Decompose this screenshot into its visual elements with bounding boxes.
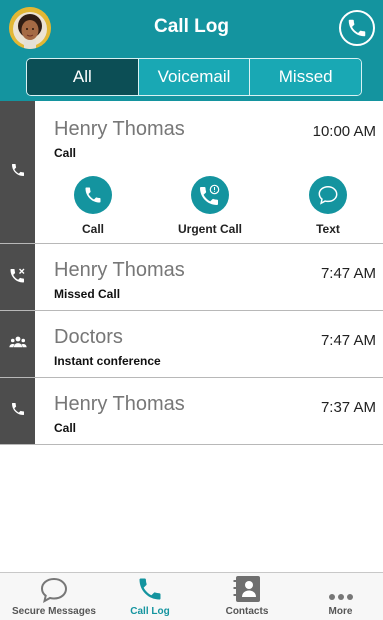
contact-name: Doctors <box>54 326 123 348</box>
call-type-strip <box>0 378 35 444</box>
more-dots-icon <box>298 573 383 603</box>
bottom-navigation: Secure Messages Call Log Contacts More <box>0 572 383 620</box>
nav-label: Contacts <box>225 606 269 617</box>
call-detail: Call <box>54 421 77 435</box>
top-bar: Call Log <box>0 0 383 56</box>
contact-name: Henry Thomas <box>54 118 185 140</box>
filter-bar: All Voicemail Missed <box>0 56 383 101</box>
nav-secure-messages[interactable]: Secure Messages <box>0 573 108 620</box>
call-time: 7:37 AM <box>320 399 376 416</box>
nav-label: Call Log <box>130 606 170 617</box>
call-time: 10:00 AM <box>312 123 376 140</box>
call-time: 7:47 AM <box>320 265 376 282</box>
missed-call-icon <box>9 266 27 289</box>
nav-call-log[interactable]: Call Log <box>108 573 192 620</box>
list-item[interactable]: Henry Thomas Call 10:00 AM Call Urgent C… <box>0 101 383 244</box>
phone-icon <box>10 162 26 183</box>
nav-label: More <box>328 606 353 617</box>
call-time: 7:47 AM <box>320 332 376 349</box>
nav-more[interactable]: More <box>298 573 383 620</box>
filter-tabs: All Voicemail Missed <box>26 58 362 96</box>
urgent-call-button-label: Urgent Call <box>177 222 242 236</box>
call-type-strip <box>0 101 35 243</box>
text-button-label: Text <box>316 222 340 236</box>
call-button-label: Call <box>81 222 104 236</box>
call-actions: Call Urgent Call Text <box>35 176 383 236</box>
call-type-strip <box>0 311 35 377</box>
list-item[interactable]: Henry Thomas Call 7:37 AM <box>0 378 383 445</box>
call-detail: Instant conference <box>54 354 161 368</box>
nav-label: Secure Messages <box>12 606 96 617</box>
chat-bubble-icon <box>0 573 108 603</box>
urgent-phone-icon <box>191 176 229 214</box>
page-title: Call Log <box>154 16 229 37</box>
call-button[interactable]: Call <box>48 176 138 236</box>
contact-name: Henry Thomas <box>54 259 185 281</box>
tab-all[interactable]: All <box>27 59 138 95</box>
phone-icon <box>74 176 112 214</box>
call-type-strip <box>0 244 35 310</box>
call-detail: Missed Call <box>54 287 121 301</box>
contacts-book-icon <box>200 573 294 603</box>
tab-voicemail[interactable]: Voicemail <box>137 59 250 95</box>
phone-icon <box>10 401 26 422</box>
tab-missed[interactable]: Missed <box>249 59 361 95</box>
conference-icon <box>8 335 27 354</box>
chat-bubble-icon <box>309 176 347 214</box>
call-detail: Call <box>54 146 77 160</box>
list-item[interactable]: Henry Thomas Missed Call 7:47 AM <box>0 244 383 311</box>
text-button[interactable]: Text <box>283 176 373 236</box>
call-log-list: Henry Thomas Call 10:00 AM Call Urgent C… <box>0 101 383 445</box>
urgent-call-button[interactable]: Urgent Call <box>165 176 255 236</box>
phone-icon <box>108 573 192 603</box>
nav-contacts[interactable]: Contacts <box>200 573 294 620</box>
phone-icon[interactable] <box>339 10 375 46</box>
list-item[interactable]: Doctors Instant conference 7:47 AM <box>0 311 383 378</box>
contact-name: Henry Thomas <box>54 393 185 415</box>
